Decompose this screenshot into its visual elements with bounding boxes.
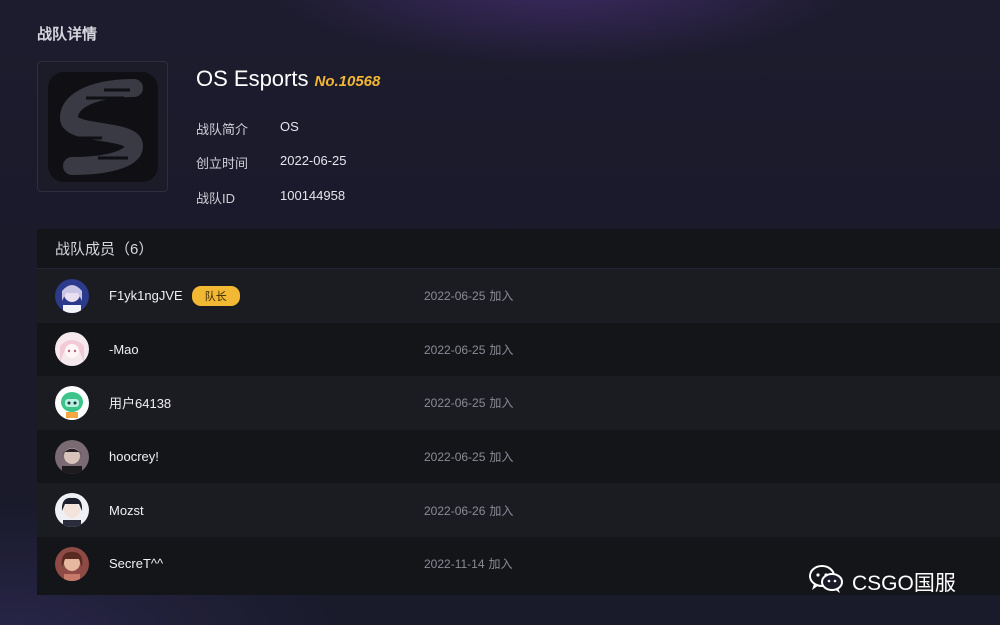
join-info: 2022-06-26 加入 (424, 502, 513, 519)
member-row[interactable]: -Mao 2022-06-25 加入 (37, 323, 1000, 377)
join-date: 2022-06-25 (424, 450, 486, 465)
avatar[interactable] (55, 493, 89, 528)
join-date: 2022-06-25 (424, 342, 486, 357)
join-info: 2022-11-14 加入 (424, 555, 513, 572)
info-row-team-id: 战队ID 100144958 (196, 188, 345, 207)
avatar[interactable] (55, 385, 89, 420)
join-date: 2022-06-26 (424, 503, 486, 518)
member-row[interactable]: F1yk1ngJVE 队长 2022-06-25 加入 (37, 269, 1000, 323)
member-name[interactable]: 用户64138 (109, 393, 171, 412)
member-name[interactable]: SecreT^^ (109, 556, 163, 571)
member-row[interactable]: hoocrey! 2022-06-25 加入 (37, 430, 1000, 484)
info-label: 创立时间 (196, 156, 249, 171)
info-value: 100144958 (280, 188, 346, 203)
avatar[interactable] (55, 546, 89, 581)
team-number: No.10568 (314, 73, 381, 90)
members-list: F1yk1ngJVE 队长 2022-06-25 加入 -Mao 2022-06-… (37, 269, 1000, 591)
member-name[interactable]: -Mao (109, 342, 139, 357)
watermark-text: CSGO国服 (852, 571, 956, 595)
members-header: 战队成员（6） (37, 229, 1000, 269)
members-panel: 战队成员（6） F1yk1ngJVE 队长 2022-06-25 加入 -Mao… (37, 229, 1000, 595)
info-row-intro: 战队简介 OS (196, 119, 299, 138)
info-row-founded: 创立时间 2022-06-25 (196, 153, 347, 172)
info-value: OS (280, 119, 299, 134)
avatar[interactable] (55, 332, 89, 367)
join-suffix: 加入 (489, 503, 514, 518)
join-suffix: 加入 (488, 557, 513, 572)
captain-badge: 队长 (191, 285, 240, 306)
join-suffix: 加入 (489, 450, 514, 465)
section-title: 战队详情 (37, 26, 98, 43)
join-date: 2022-06-25 (424, 289, 486, 304)
team-name-row: OS Esports No.10568 (196, 66, 380, 92)
join-info: 2022-06-25 加入 (424, 448, 513, 465)
info-label: 战队ID (196, 191, 236, 206)
join-info: 2022-06-25 加入 (424, 341, 513, 358)
member-name[interactable]: Mozst (109, 503, 144, 518)
avatar[interactable] (55, 278, 89, 313)
join-date: 2022-11-14 (424, 557, 485, 572)
join-date: 2022-06-25 (424, 396, 486, 411)
member-name[interactable]: F1yk1ngJVE (109, 288, 183, 303)
member-row[interactable]: 用户64138 2022-06-25 加入 (37, 376, 1000, 430)
join-suffix: 加入 (489, 396, 514, 411)
join-suffix: 加入 (489, 289, 514, 304)
wechat-icon (808, 564, 844, 599)
team-name: OS Esports (196, 66, 309, 91)
member-row[interactable]: Mozst 2022-06-26 加入 (37, 483, 1000, 537)
join-info: 2022-06-25 加入 (424, 394, 513, 411)
team-logo (37, 61, 168, 192)
info-value: 2022-06-25 (280, 153, 347, 168)
info-label: 战队简介 (196, 122, 249, 137)
member-name[interactable]: hoocrey! (109, 449, 159, 464)
join-info: 2022-06-25 加入 (424, 287, 513, 304)
avatar[interactable] (55, 439, 89, 474)
watermark: CSGO国服 (808, 564, 956, 599)
join-suffix: 加入 (489, 342, 514, 357)
